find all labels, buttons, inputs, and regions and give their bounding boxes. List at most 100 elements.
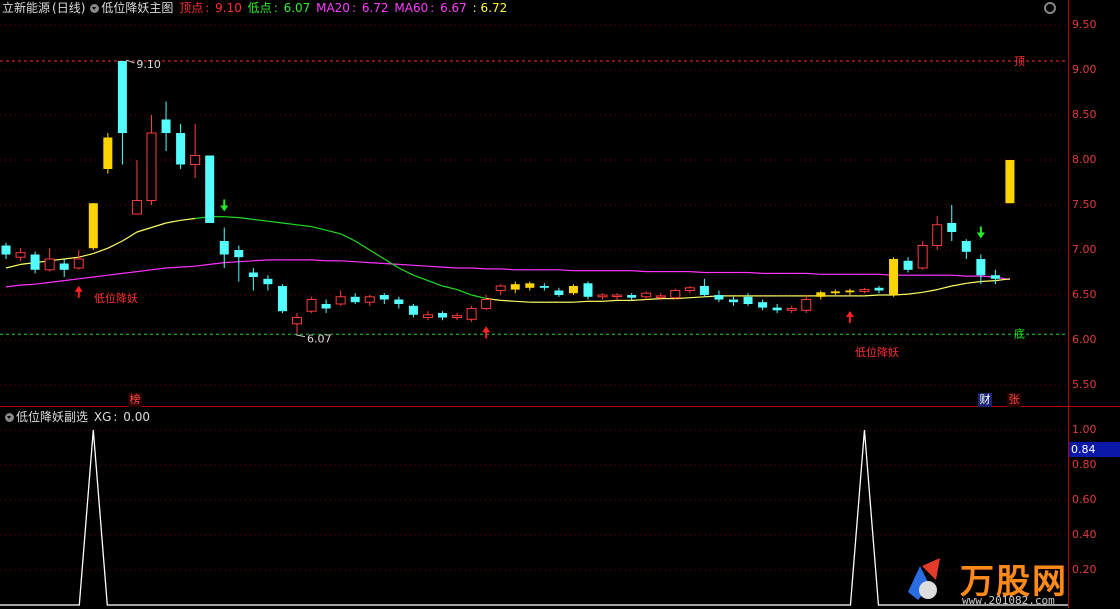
candle-body bbox=[641, 292, 652, 298]
y-tick-label: 0.60 bbox=[1072, 493, 1097, 506]
ma20-line bbox=[515, 300, 530, 303]
ma20-line bbox=[282, 222, 298, 226]
extra-value: : 6.72 bbox=[472, 1, 508, 15]
top-tag: 顶 bbox=[1014, 55, 1025, 68]
y-tick-label: 7.00 bbox=[1072, 243, 1097, 256]
candle-body bbox=[758, 302, 768, 308]
candle-body bbox=[190, 155, 201, 165]
y-tick-label: 1.00 bbox=[1072, 423, 1097, 436]
candle-body bbox=[59, 263, 69, 270]
ma60-line bbox=[558, 269, 574, 272]
candle-body bbox=[801, 299, 812, 311]
ma60-line bbox=[951, 274, 967, 277]
ma60-line bbox=[398, 263, 414, 266]
watermark-logo: 万股网 www.201082.com bbox=[900, 556, 1100, 607]
candle-body bbox=[684, 287, 695, 291]
candle-body bbox=[306, 299, 317, 312]
low-pointer bbox=[295, 334, 306, 338]
ma20-line bbox=[325, 229, 341, 235]
candle-body bbox=[263, 278, 273, 285]
ma20-line bbox=[427, 280, 443, 287]
signal-label-left: 低位降妖 bbox=[94, 291, 138, 305]
ma20-line bbox=[500, 299, 516, 302]
candle-body bbox=[408, 305, 418, 315]
zhang-badge[interactable]: 张 bbox=[1007, 393, 1021, 407]
ma60-line bbox=[471, 267, 487, 270]
candle-body bbox=[422, 314, 433, 318]
ma20-line bbox=[864, 294, 880, 297]
ma20-line bbox=[573, 300, 589, 303]
candle-body bbox=[554, 290, 564, 295]
candle-body bbox=[655, 295, 666, 298]
period-label[interactable]: (日线) bbox=[52, 1, 85, 15]
ma60-line bbox=[122, 271, 138, 274]
candle-body bbox=[816, 292, 826, 297]
candle-body bbox=[103, 137, 113, 169]
candle-body bbox=[30, 254, 40, 270]
candle-body bbox=[292, 317, 302, 325]
ma60-line bbox=[49, 280, 65, 283]
candle-body bbox=[495, 285, 506, 291]
ma60-line bbox=[64, 278, 79, 282]
y-tick-label: 9.00 bbox=[1072, 63, 1097, 76]
candle-body bbox=[131, 200, 142, 215]
ma60-line bbox=[631, 270, 647, 273]
ma60-line bbox=[151, 267, 167, 271]
y-tick-label: 6.00 bbox=[1072, 333, 1097, 346]
y-tick-label: 8.50 bbox=[1072, 108, 1097, 121]
candle-body bbox=[845, 290, 855, 293]
sell-arrow-icon bbox=[220, 205, 229, 212]
candle-body bbox=[830, 291, 840, 294]
ma20-line bbox=[180, 217, 196, 221]
candle-body bbox=[859, 289, 870, 292]
candle-body bbox=[248, 272, 258, 277]
candle-body bbox=[234, 250, 244, 258]
stock-name[interactable]: 立新能源 bbox=[2, 1, 50, 15]
candle-body bbox=[714, 295, 724, 300]
candle-body bbox=[73, 258, 84, 269]
dropdown-icon[interactable] bbox=[90, 4, 100, 13]
y-tick-label: 9.50 bbox=[1072, 18, 1097, 31]
ma20-line bbox=[951, 282, 967, 287]
candle-body bbox=[335, 296, 346, 305]
current-value-box: 0.84 bbox=[1069, 442, 1120, 457]
settings-gear-icon[interactable] bbox=[1044, 2, 1056, 14]
ma60-line bbox=[340, 260, 356, 263]
ma20-line bbox=[369, 249, 385, 260]
main-indicator-name[interactable]: 低位降妖主图 bbox=[101, 1, 173, 15]
ma60-line bbox=[238, 260, 254, 263]
watermark-url: www.201082.com bbox=[962, 594, 1055, 607]
ma60-line bbox=[748, 271, 763, 274]
ma60-label: MA60 bbox=[394, 1, 429, 15]
candle-body bbox=[583, 283, 593, 297]
ma60-line bbox=[806, 272, 821, 275]
ma20-line bbox=[631, 298, 647, 301]
ma20-line bbox=[136, 226, 152, 233]
candle-body bbox=[379, 295, 389, 300]
ma20-line bbox=[413, 274, 429, 282]
ma20-line bbox=[78, 253, 94, 258]
ma60-line bbox=[500, 268, 516, 271]
ma60-line bbox=[355, 261, 370, 264]
candle-body bbox=[219, 241, 229, 255]
ma60-line bbox=[136, 269, 152, 273]
ma60-line bbox=[35, 281, 50, 285]
candle-body bbox=[525, 283, 535, 288]
cai-badge[interactable]: 财 bbox=[978, 393, 992, 407]
candle-body bbox=[568, 286, 578, 294]
ma20-line bbox=[602, 299, 618, 302]
y-tick-label: 5.50 bbox=[1072, 378, 1097, 391]
bang-badge[interactable]: 榜 bbox=[128, 393, 142, 407]
candle-body bbox=[961, 241, 971, 252]
ma20-line bbox=[442, 285, 458, 291]
ma60-line bbox=[209, 262, 225, 265]
bottom-label: 低点 bbox=[247, 1, 272, 15]
candle-body bbox=[277, 286, 287, 312]
top-label: 顶点 bbox=[179, 1, 204, 15]
candle-body bbox=[466, 308, 477, 320]
candle-body bbox=[917, 245, 928, 269]
ma20-line bbox=[456, 289, 472, 296]
candle-body bbox=[932, 224, 943, 247]
main-candlestick-chart[interactable]: 9.106.07顶底低位降妖低位降妖 bbox=[0, 16, 1068, 408]
ma20-line bbox=[253, 218, 268, 222]
